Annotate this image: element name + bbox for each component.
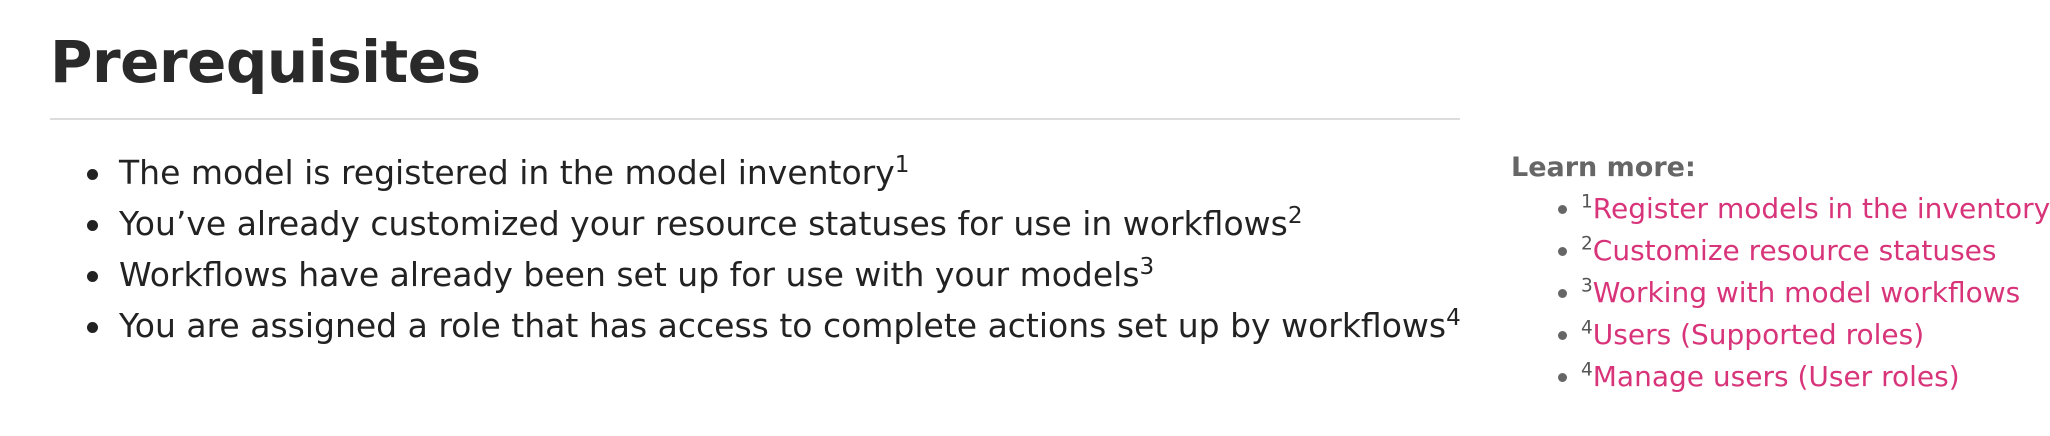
link-user-roles[interactable]: Manage users (User roles) [1593, 360, 1960, 393]
footnote-number: 1 [1581, 191, 1593, 213]
list-item: 1Register models in the inventory [1511, 188, 2050, 230]
link-customize-statuses[interactable]: Customize resource statuses [1593, 234, 1997, 267]
list-item: 2Customize resource statuses [1511, 230, 2031, 272]
footnote-number: 4 [1581, 359, 1593, 381]
footnote-ref: 1 [894, 152, 910, 178]
learn-more-heading: Learn more: [1511, 152, 1696, 183]
list-item: The model is registered in the model inv… [50, 147, 1461, 198]
bullet-icon [1558, 205, 1567, 214]
footnote-ref: 3 [1139, 254, 1155, 280]
bullet-icon [1558, 289, 1567, 298]
link-model-workflows[interactable]: Working with model workflows [1593, 276, 2021, 309]
learn-more-list: 1Register models in the inventory 2Custo… [1511, 188, 2050, 398]
bullet-icon [1558, 373, 1567, 382]
footnote-ref: 2 [1287, 203, 1303, 229]
bullet-icon [87, 322, 98, 333]
title-divider [50, 118, 1460, 120]
list-item: You’ve already customized your resource … [50, 198, 1461, 249]
footnote-number: 4 [1581, 317, 1593, 339]
footnote-ref: 4 [1446, 305, 1461, 331]
list-item-text: You are assigned a role that has access … [119, 306, 1447, 345]
bullet-icon [87, 271, 98, 282]
list-item-text: The model is registered in the model inv… [119, 153, 895, 192]
bullet-icon [1558, 247, 1567, 256]
learn-more-panel: Learn more: 1Register models in the inve… [1511, 148, 2050, 398]
list-item: 3Working with model workflows [1511, 272, 2031, 314]
link-register-models[interactable]: Register models in the inventory [1593, 192, 2050, 225]
prerequisites-list: The model is registered in the model inv… [50, 147, 1461, 351]
footnote-number: 2 [1581, 233, 1593, 255]
list-item-text: You’ve already customized your resource … [119, 204, 1288, 243]
main-content: Prerequisites The model is registered in… [50, 0, 1461, 345]
bullet-icon [1558, 331, 1567, 340]
list-item: Workflows have already been set up for u… [50, 249, 1461, 300]
list-item: You are assigned a role that has access … [50, 300, 1461, 351]
list-item: 4Manage users (User roles) [1511, 356, 2031, 398]
footnote-number: 3 [1581, 275, 1593, 297]
bullet-icon [87, 220, 98, 231]
link-supported-roles[interactable]: Users (Supported roles) [1593, 318, 1924, 351]
list-item-text: Workflows have already been set up for u… [119, 255, 1140, 294]
list-item: 4Users (Supported roles) [1511, 314, 2031, 356]
page-title: Prerequisites [50, 28, 481, 96]
bullet-icon [87, 169, 98, 180]
